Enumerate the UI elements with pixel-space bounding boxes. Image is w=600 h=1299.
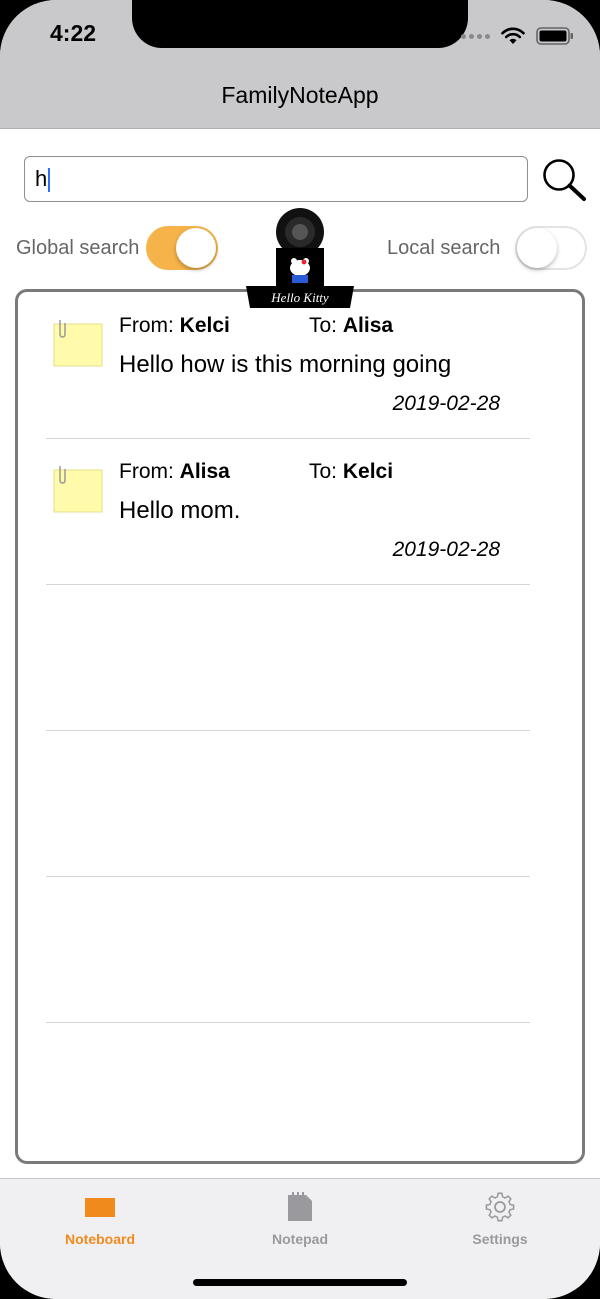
tab-notepad[interactable]: Notepad [200,1179,400,1269]
note-recipient: Alisa [342,314,394,337]
note-message: Hello mom. [119,497,241,524]
notch [132,0,468,48]
local-search-label: Local search [387,237,501,259]
page-title: FamilyNoteApp [221,82,379,108]
empty-note-row [46,584,530,731]
status-time: 4:22 [50,20,97,46]
search-icon[interactable] [540,156,588,204]
toggle-knob [517,228,557,268]
note-sender: Alisa [179,460,230,483]
note-date: 2019-02-28 [392,392,500,415]
note-recipient: Kelci [342,460,394,483]
text-caret [48,168,51,193]
clip-label: Hello Kitty [270,290,329,305]
gear-icon [485,1192,515,1222]
note-message: Hello how is this morning going [119,351,452,378]
empty-note-row [46,730,530,877]
tab-label: Noteboard [65,1231,135,1247]
global-search-label: Global search [16,237,140,259]
search-input[interactable]: h [24,156,528,202]
note-from: From: Alisa [119,460,230,483]
home-indicator[interactable] [193,1279,407,1286]
tab-label: Notepad [272,1231,328,1247]
empty-note-row [46,876,530,1023]
note-to: To: Alisa [309,314,394,337]
noteboard-icon [85,1198,115,1217]
status-icons [461,24,574,48]
wifi-icon [501,27,525,44]
note-sender: Kelci [179,314,230,337]
toggle-knob [176,228,216,268]
sticky-note-icon [53,320,103,367]
note-row[interactable]: From: Alisa To: Kelci Hello mom. 2019-02… [46,438,530,585]
note-row[interactable]: From: Kelci To: Alisa Hello how is this … [46,292,530,439]
note-to: To: Kelci [309,460,394,483]
noteboard: From: Kelci To: Alisa Hello how is this … [15,289,585,1164]
tab-settings[interactable]: Settings [400,1179,600,1269]
global-search-toggle[interactable] [146,226,218,270]
search-input-value: h [35,166,48,191]
hello-kitty-clip-icon: Hello Kitty [246,208,354,308]
tab-noteboard[interactable]: Noteboard [0,1179,200,1269]
tab-label: Settings [472,1231,528,1247]
status-bar: 4:22 [0,0,600,68]
sticky-note-icon [53,466,103,513]
notepad-icon [288,1192,312,1221]
local-search-toggle[interactable] [515,226,587,270]
navigation-bar: FamilyNoteApp [0,68,600,129]
phone-screen: 4:22 FamilyNoteApp h Global search Local… [0,0,600,1299]
battery-icon [536,27,573,45]
note-from: From: Kelci [119,314,230,337]
note-date: 2019-02-28 [392,538,500,561]
cellular-signal-icon [461,33,490,39]
